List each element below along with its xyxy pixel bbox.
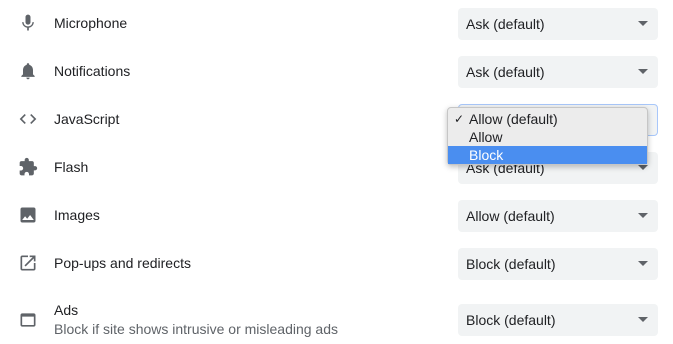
dropdown-option-block[interactable]: Block <box>448 146 647 164</box>
setting-row-notifications: Notifications Ask (default) <box>0 48 673 96</box>
chevron-down-icon <box>638 69 648 74</box>
setting-label: Microphone <box>54 15 128 31</box>
code-icon <box>18 109 38 129</box>
dropdown-option-allow-default[interactable]: ✓ Allow (default) <box>448 110 647 128</box>
setting-label: Notifications <box>54 63 131 79</box>
microphone-icon <box>18 13 38 33</box>
setting-label: JavaScript <box>54 111 120 127</box>
popups-select[interactable]: Block (default) <box>458 248 658 280</box>
option-label: Block <box>469 147 504 163</box>
chevron-down-icon <box>638 21 648 26</box>
select-value: Ask (default) <box>466 16 545 32</box>
notifications-select[interactable]: Ask (default) <box>458 56 658 88</box>
images-select[interactable]: Allow (default) <box>458 200 658 232</box>
puzzle-icon <box>18 157 38 177</box>
chevron-down-icon <box>638 317 648 322</box>
checkmark-icon: ✓ <box>454 112 465 126</box>
setting-label: Flash <box>54 159 89 175</box>
chevron-down-icon <box>638 261 648 266</box>
javascript-dropdown-menu: ✓ Allow (default) Allow Block <box>447 107 648 165</box>
open-external-icon <box>18 253 38 273</box>
dropdown-option-allow[interactable]: Allow <box>448 128 647 146</box>
chevron-down-icon <box>638 213 648 218</box>
microphone-select[interactable]: Ask (default) <box>458 8 658 40</box>
select-value: Block (default) <box>466 256 556 272</box>
setting-row-microphone: Microphone Ask (default) <box>0 0 673 48</box>
select-value: Block (default) <box>466 312 556 328</box>
bell-icon <box>18 61 38 81</box>
option-label: Allow (default) <box>469 111 558 127</box>
setting-sublabel: Block if site shows intrusive or mislead… <box>54 321 339 337</box>
chevron-down-icon <box>638 165 648 170</box>
setting-row-popups: Pop-ups and redirects Block (default) <box>0 240 673 288</box>
select-value: Ask (default) <box>466 64 545 80</box>
image-icon <box>18 205 38 225</box>
setting-row-ads: Ads Block if site shows intrusive or mis… <box>0 288 673 344</box>
setting-label: Images <box>54 207 100 223</box>
select-value: Allow (default) <box>466 208 555 224</box>
setting-label: Ads <box>54 302 79 318</box>
ads-select[interactable]: Block (default) <box>458 304 658 336</box>
setting-label: Pop-ups and redirects <box>54 255 191 271</box>
option-label: Allow <box>469 129 503 145</box>
setting-row-images: Images Allow (default) <box>0 192 673 240</box>
ads-window-icon <box>18 310 38 330</box>
